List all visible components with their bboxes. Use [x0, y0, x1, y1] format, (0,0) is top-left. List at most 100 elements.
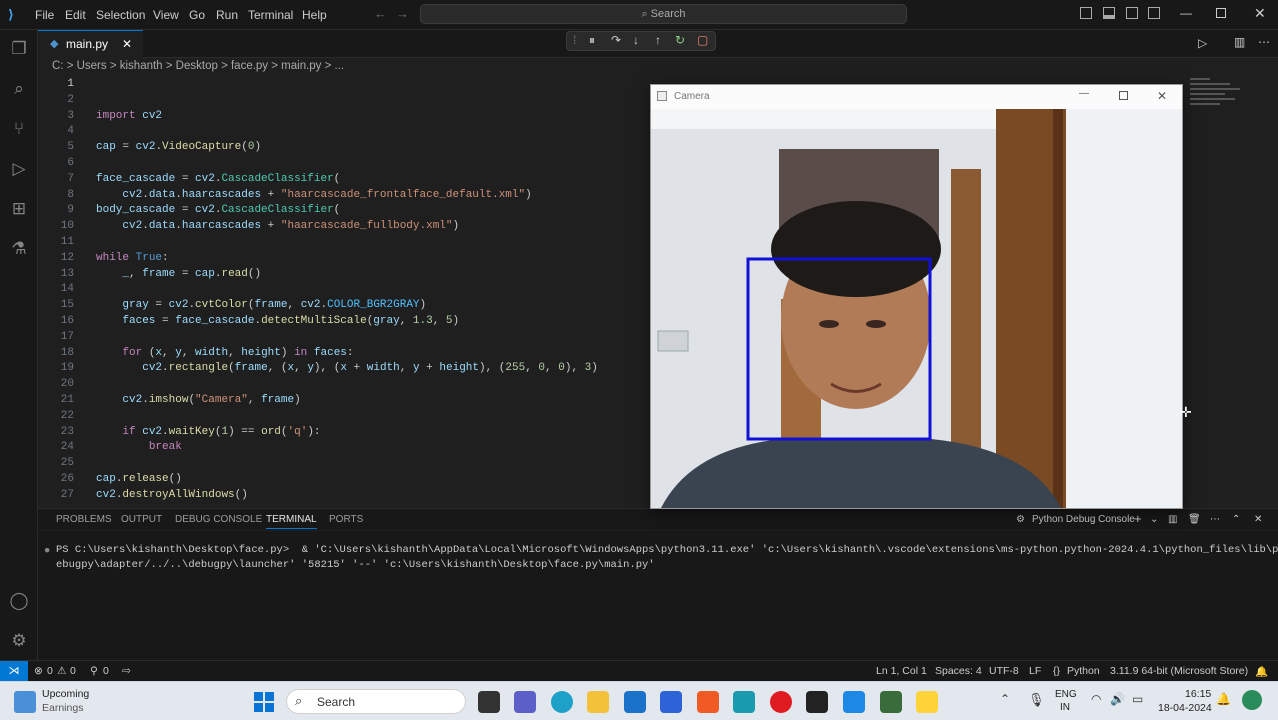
language-mode[interactable]: Python	[1067, 665, 1100, 677]
toggle-panel-icon[interactable]	[1103, 7, 1115, 19]
minimap[interactable]	[1190, 78, 1250, 118]
python-interpreter[interactable]: 3.11.9 64-bit (Microsoft Store)	[1110, 665, 1248, 677]
code-line[interactable]: break	[96, 441, 182, 453]
extensions-icon[interactable]: ⊞	[8, 198, 30, 220]
source-control-icon[interactable]: ⑂	[8, 118, 30, 140]
ports-count[interactable]: 0	[103, 665, 109, 677]
eol[interactable]: LF	[1029, 665, 1041, 677]
python-app-icon[interactable]	[916, 691, 938, 713]
camera-window[interactable]: Camera — ✕	[650, 84, 1183, 509]
split-terminal-icon[interactable]: ▥	[1168, 514, 1177, 525]
testing-icon[interactable]: ⚗	[8, 238, 30, 260]
mail-icon[interactable]	[624, 691, 646, 713]
code-line[interactable]: import cv2	[96, 110, 162, 122]
close-icon[interactable]: ✕	[1254, 5, 1266, 22]
camera-maximize-icon[interactable]	[1119, 91, 1128, 100]
terminal[interactable]: ● PS C:\Users\kishanth\Desktop\face.py> …	[38, 531, 1278, 660]
code-line[interactable]: cv2.destroyAllWindows()	[96, 489, 248, 501]
camera-window-titlebar[interactable]: Camera — ✕	[651, 85, 1182, 109]
code-line[interactable]: gray = cv2.cvtColor(frame, cv2.COLOR_BGR…	[96, 299, 426, 311]
brave-browser-icon[interactable]	[697, 691, 719, 713]
code-line[interactable]: cv2.rectangle(frame, (x, y), (x + width,…	[96, 362, 598, 374]
teamviewer-icon[interactable]	[880, 691, 902, 713]
remote-desktop-icon[interactable]	[733, 691, 755, 713]
encoding[interactable]: UTF-8	[989, 665, 1019, 677]
breadcrumb[interactable]: C: > Users > kishanth > Desktop > face.p…	[52, 60, 344, 72]
toggle-primary-sidebar-icon[interactable]	[1080, 7, 1092, 19]
code-line[interactable]: for (x, y, width, height) in faces:	[96, 347, 353, 359]
code-line[interactable]: cv2.data.haarcascades + "haarcascade_fro…	[96, 189, 531, 201]
terminal-app-icon[interactable]	[806, 691, 828, 713]
nav-back-icon[interactable]: ←	[374, 6, 387, 21]
tab-main-py[interactable]: ◆ main.py ✕	[38, 30, 143, 58]
clock-time[interactable]: 16:15	[1185, 688, 1211, 700]
whiteboard-icon[interactable]	[660, 691, 682, 713]
account-icon[interactable]: ◯	[8, 590, 30, 612]
panel-more-icon[interactable]: ⋯	[1210, 514, 1220, 525]
code-line[interactable]: _, frame = cap.read()	[96, 268, 261, 280]
terminal-dropdown-icon[interactable]: ⌄	[1150, 514, 1158, 525]
camera-close-icon[interactable]: ✕	[1157, 89, 1167, 103]
stop-icon[interactable]: ▢	[697, 33, 708, 47]
teams-chat-icon[interactable]	[514, 691, 536, 713]
menu-run[interactable]: Run	[216, 8, 238, 22]
language-eng[interactable]: ENG	[1055, 689, 1077, 700]
debug-console-gear-icon[interactable]: ⚙	[1016, 514, 1025, 525]
file-explorer-icon[interactable]	[587, 691, 609, 713]
restart-icon[interactable]: ↻	[675, 33, 685, 47]
toggle-secondary-sidebar-icon[interactable]	[1126, 7, 1138, 19]
task-view-icon[interactable]	[478, 691, 500, 713]
weather-subtitle[interactable]: Earnings	[42, 702, 83, 714]
tab-terminal[interactable]: TERMINAL	[266, 514, 317, 529]
menu-terminal[interactable]: Terminal	[248, 8, 293, 22]
menu-selection[interactable]: Selection	[96, 8, 145, 22]
run-debug-icon[interactable]: ▷	[8, 158, 30, 180]
weather-widget-icon[interactable]	[14, 691, 36, 713]
nav-forward-icon[interactable]: →	[396, 6, 409, 21]
windows-start-icon[interactable]	[254, 692, 274, 712]
wifi-icon[interactable]: ◠	[1091, 692, 1101, 706]
menu-help[interactable]: Help	[302, 8, 327, 22]
step-into-icon[interactable]: ↓	[633, 33, 639, 47]
menu-edit[interactable]: Edit	[65, 8, 86, 22]
menu-view[interactable]: View	[153, 8, 179, 22]
code-line[interactable]: cv2.imshow("Camera", frame)	[96, 394, 300, 406]
more-actions-icon[interactable]: ⋯	[1258, 35, 1270, 49]
code-line[interactable]: while True:	[96, 252, 169, 264]
error-count[interactable]: 0	[47, 665, 53, 677]
menu-go[interactable]: Go	[189, 8, 205, 22]
minimize-icon[interactable]: —	[1180, 6, 1192, 20]
explorer-icon[interactable]: ❐	[8, 38, 30, 60]
maximize-icon[interactable]	[1216, 8, 1226, 18]
copilot-icon[interactable]	[1242, 690, 1262, 710]
language-region[interactable]: IN	[1060, 702, 1070, 713]
edge-browser-icon[interactable]	[551, 691, 573, 713]
code-line[interactable]: cap.release()	[96, 473, 182, 485]
tab-close-icon[interactable]: ✕	[122, 31, 132, 58]
kill-terminal-icon[interactable]: 🗑	[1188, 514, 1201, 525]
step-out-icon[interactable]: ↑	[655, 33, 661, 47]
drag-handle-icon[interactable]: ⁞	[573, 33, 576, 47]
battery-icon[interactable]: ▭	[1132, 692, 1143, 706]
customize-layout-icon[interactable]	[1148, 7, 1160, 19]
terminal-instance-label[interactable]: Python Debug Console	[1032, 514, 1135, 525]
cursor-position[interactable]: Ln 1, Col 1	[876, 665, 927, 677]
clock-date[interactable]: 18-04-2024	[1158, 702, 1212, 714]
pause-icon[interactable]: ⏸	[589, 33, 595, 48]
notification-bell-icon[interactable]: 🔔	[1216, 692, 1231, 706]
close-panel-icon[interactable]: ✕	[1254, 514, 1262, 525]
menu-file[interactable]: File	[35, 8, 54, 22]
weather-title[interactable]: Upcoming	[42, 688, 89, 700]
settings-gear-icon[interactable]: ⚙	[8, 630, 30, 652]
remote-indicator-icon[interactable]: ⋊	[0, 661, 28, 681]
run-python-file-icon[interactable]: ▷	[1198, 36, 1207, 50]
new-terminal-icon[interactable]: +	[1134, 511, 1142, 526]
step-over-icon[interactable]: ↷	[611, 33, 621, 47]
maximize-panel-icon[interactable]: ⌃	[1232, 514, 1240, 525]
vscode-taskbar-icon[interactable]	[843, 691, 865, 713]
code-line[interactable]: faces = face_cascade.detectMultiScale(gr…	[96, 315, 459, 327]
debug-launch-icon[interactable]: ⇨	[122, 665, 131, 677]
microphone-icon[interactable]: 🎙	[1028, 692, 1045, 708]
tab-problems[interactable]: PROBLEMS	[56, 514, 112, 525]
taskbar-search-box[interactable]: ⌕ Search	[286, 689, 466, 714]
